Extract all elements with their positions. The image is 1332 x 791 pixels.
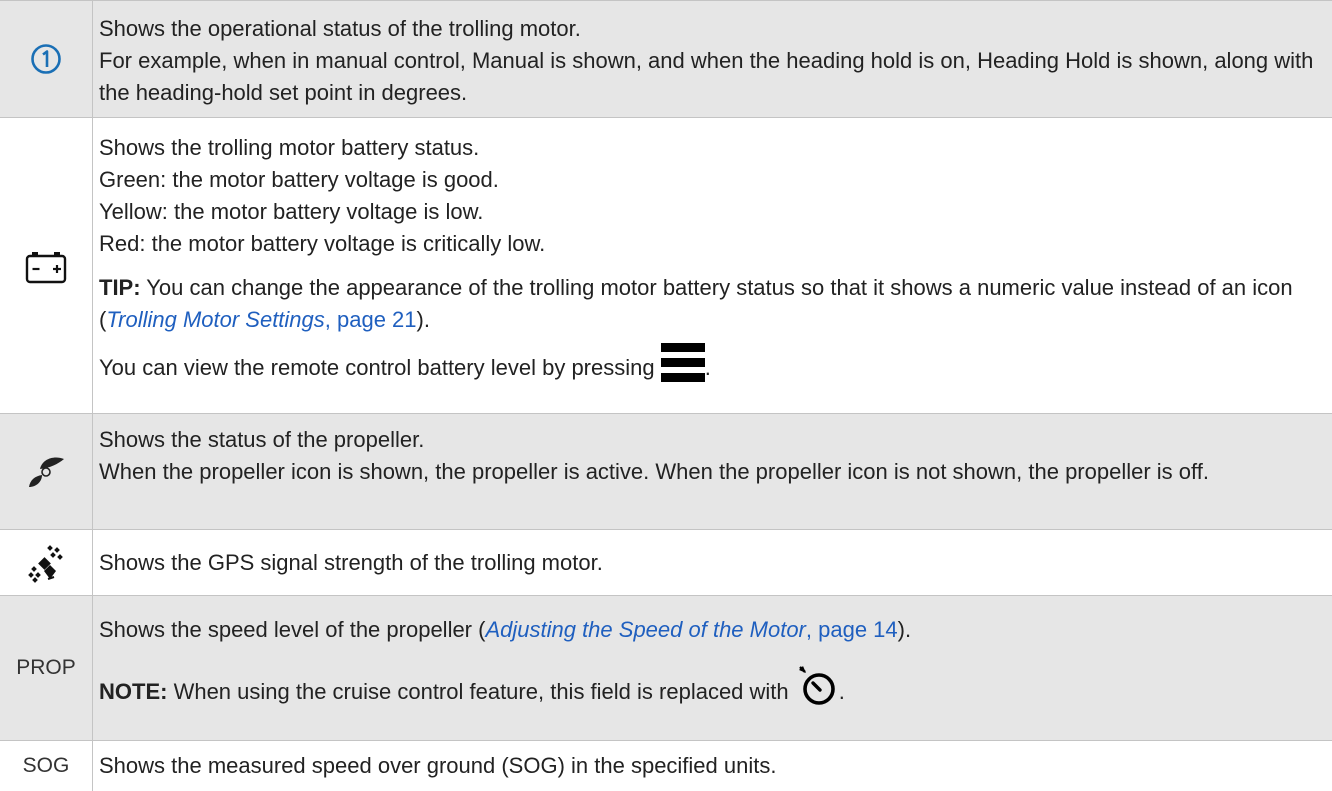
description-line: Shows the operational status of the trol… [99, 16, 581, 41]
note-paragraph: NOTE: When using the cruise control feat… [99, 666, 911, 708]
trolling-motor-settings-link[interactable]: Trolling Motor Settings, page 21 [106, 307, 416, 332]
table-row: PROP Shows the speed level of the propel… [0, 596, 1332, 741]
description-cell: Shows the GPS signal strength of the tro… [93, 530, 613, 595]
table-row: Shows the operational status of the trol… [0, 0, 1332, 118]
propeller-icon [29, 456, 64, 487]
speed-paragraph: Shows the speed level of the propeller (… [99, 614, 911, 646]
battery-icon [25, 251, 67, 283]
icon-cell [0, 530, 93, 595]
description-cell: Shows the trolling motor battery status.… [93, 118, 1332, 413]
icon-description-table: Shows the operational status of the trol… [0, 0, 1332, 791]
table-row: SOG Shows the measured speed over ground… [0, 741, 1332, 791]
icon-cell [0, 414, 93, 529]
table-row: Shows the trolling motor battery status.… [0, 118, 1332, 414]
description-line: Shows the status of the propeller. [99, 427, 425, 452]
menu-icon [660, 343, 705, 383]
description-line: Shows the measured speed over ground (SO… [99, 753, 777, 778]
note-label: NOTE: [99, 679, 168, 704]
table-row: Shows the status of the propeller. When … [0, 414, 1332, 530]
circled-1-icon [31, 44, 61, 74]
description-cell: Shows the speed level of the propeller (… [93, 596, 921, 740]
label-cell: PROP [0, 596, 93, 740]
note-end: . [838, 679, 845, 704]
description-line: Shows the GPS signal strength of the tro… [99, 549, 603, 575]
description-line: Shows the trolling motor battery status. [99, 135, 480, 160]
adjusting-speed-link[interactable]: Adjusting the Speed of the Motor, page 1… [485, 617, 897, 642]
icon-cell [0, 1, 93, 117]
remote-text: You can view the remote control battery … [99, 355, 661, 380]
sog-label: SOG [22, 754, 70, 777]
remote-end: . [704, 355, 711, 380]
cruise-control-icon [798, 666, 835, 705]
tip-end: ). [416, 307, 430, 332]
description-line: For example, when in manual control, Man… [99, 48, 1314, 105]
description-cell: Shows the measured speed over ground (SO… [93, 741, 786, 791]
prop-label: PROP [16, 656, 76, 679]
description-line: When the propeller icon is shown, the pr… [99, 459, 1209, 484]
description-cell: Shows the status of the propeller. When … [93, 414, 1219, 529]
tip-paragraph: TIP: You can change the appearance of th… [99, 272, 1322, 336]
icon-cell [0, 118, 93, 413]
label-cell: SOG [0, 741, 93, 791]
speed-text: Shows the speed level of the propeller ( [99, 617, 486, 642]
gps-satellite-icon [28, 544, 63, 583]
remote-paragraph: You can view the remote control battery … [99, 343, 1322, 384]
note-text: When using the cruise control feature, t… [167, 679, 795, 704]
description-line: Green: the motor battery voltage is good… [99, 167, 499, 192]
description-line: Red: the motor battery voltage is critic… [99, 231, 546, 256]
table-row: Shows the GPS signal strength of the tro… [0, 530, 1332, 596]
description-cell: Shows the operational status of the trol… [93, 1, 1332, 117]
description-line: Yellow: the motor battery voltage is low… [99, 199, 484, 224]
tip-label: TIP: [99, 275, 141, 300]
speed-end: ). [897, 617, 912, 642]
